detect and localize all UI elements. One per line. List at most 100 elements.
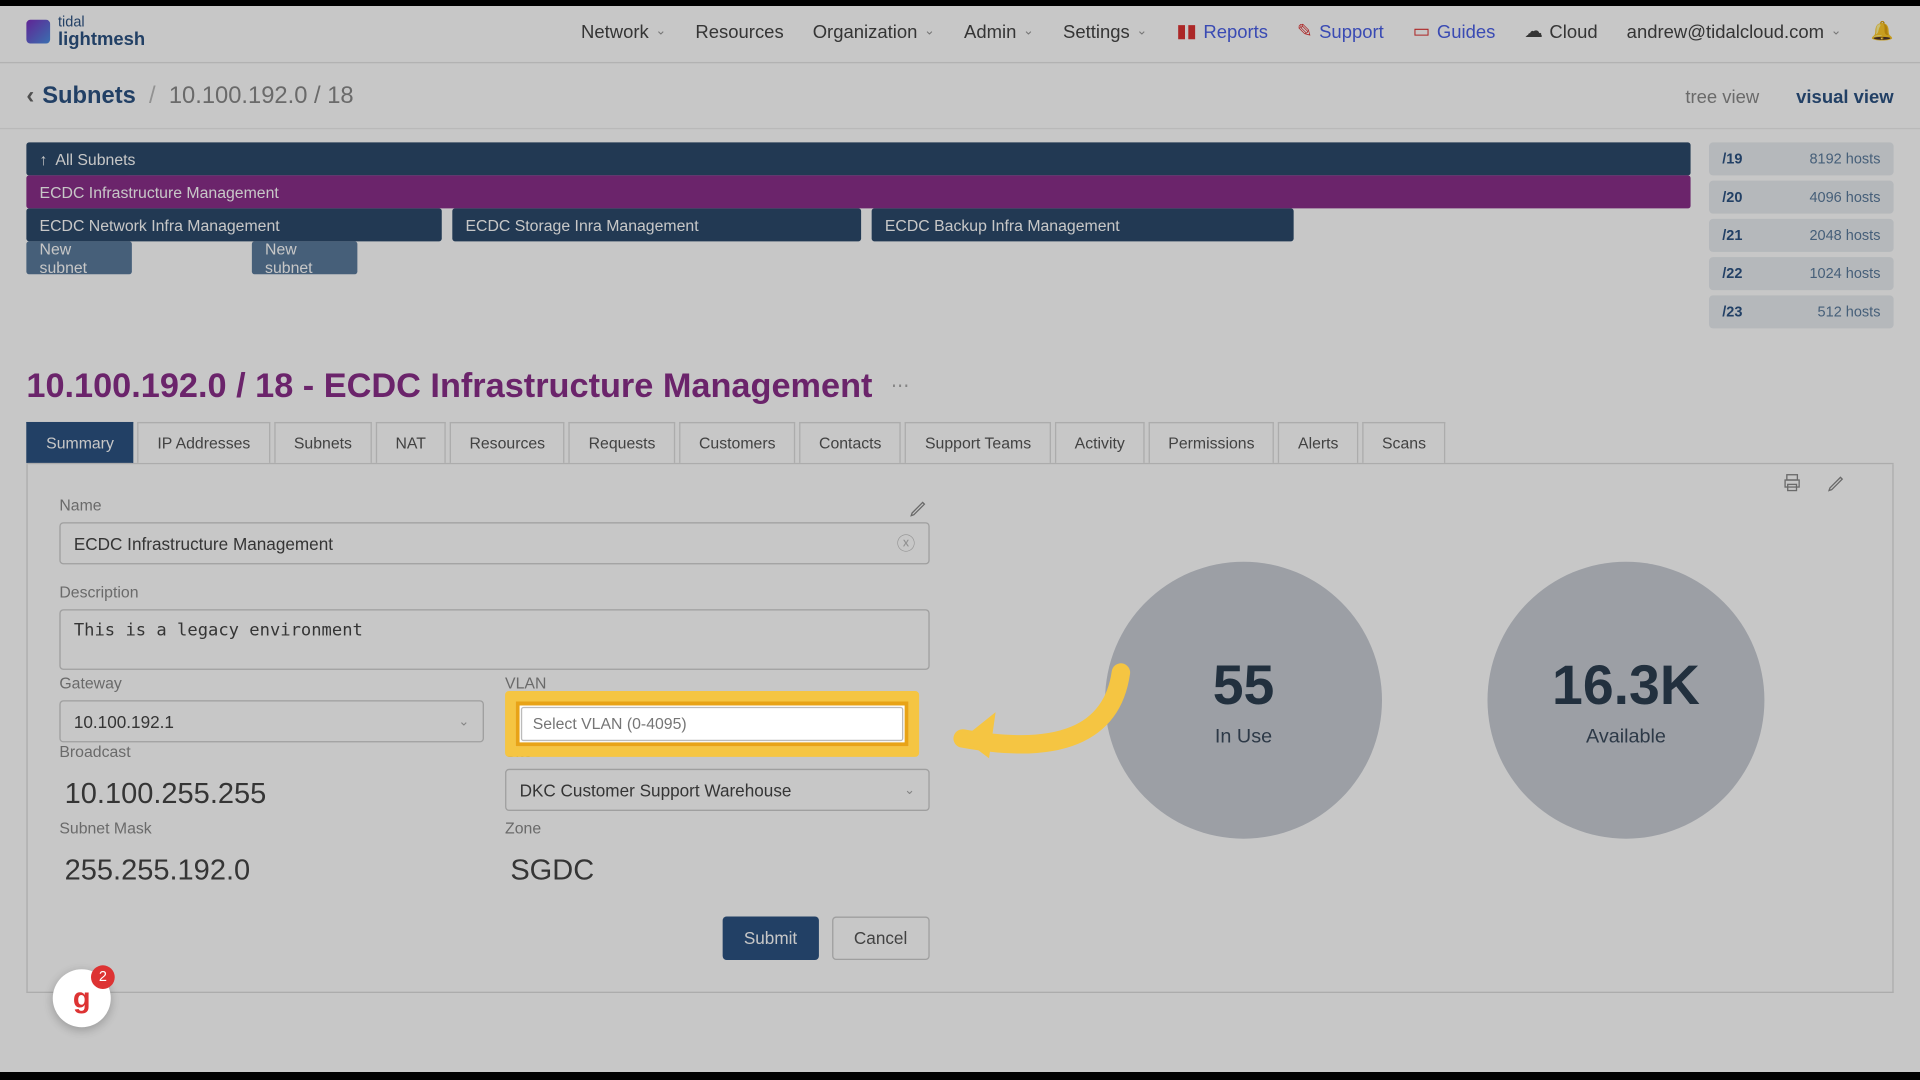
new-subnet-button-1[interactable]: New subnet (26, 241, 131, 274)
tab-activity[interactable]: Activity (1055, 422, 1145, 463)
tree-child-0[interactable]: ECDC Network Infra Management (26, 208, 441, 241)
tab-customers[interactable]: Customers (679, 422, 795, 463)
name-label: Name (59, 496, 101, 514)
brand-logo[interactable]: tidal lightmesh (26, 15, 145, 47)
available-label: Available (1586, 725, 1666, 747)
in-use-label: In Use (1215, 725, 1272, 747)
tab-ip-addresses[interactable]: IP Addresses (138, 422, 271, 463)
cidr-row[interactable]: /204096 hosts (1709, 181, 1894, 214)
available-circle: 16.3K Available (1487, 562, 1764, 839)
breadcrumb-separator: / (149, 82, 156, 110)
tab-summary[interactable]: Summary (26, 422, 133, 463)
tree-view-toggle[interactable]: tree view (1685, 85, 1759, 106)
bar-chart-icon: ▮▮ (1176, 20, 1196, 42)
nav-organization[interactable]: Organization⌄ (813, 20, 935, 41)
tree-all-subnets[interactable]: ↑All Subnets (26, 142, 1690, 175)
available-value: 16.3K (1552, 653, 1700, 716)
chevron-down-icon: ⌄ (1023, 24, 1034, 39)
tree-child-1[interactable]: ECDC Storage Inra Management (452, 208, 861, 241)
nav-guides[interactable]: ▭Guides (1413, 20, 1496, 42)
nav-network[interactable]: Network⌄ (581, 20, 666, 41)
nav-reports[interactable]: ▮▮Reports (1176, 20, 1268, 42)
tab-contacts[interactable]: Contacts (799, 422, 901, 463)
breadcrumb-current: 10.100.192.0 / 18 (169, 82, 354, 110)
help-fab[interactable]: g 2 (53, 969, 111, 1027)
broadcast-value: 10.100.255.255 (59, 769, 484, 819)
notifications-bell[interactable]: 🔔 (1871, 20, 1894, 42)
gateway-label: Gateway (59, 674, 484, 692)
more-menu-icon[interactable]: ⋯ (891, 375, 912, 397)
nav-resources[interactable]: Resources (695, 20, 783, 41)
tab-requests[interactable]: Requests (569, 422, 675, 463)
subnet-mask-value: 255.255.192.0 (59, 845, 484, 895)
cancel-button[interactable]: Cancel (831, 916, 929, 960)
vlan-label: VLAN (505, 674, 930, 692)
wrench-icon: ✎ (1297, 20, 1312, 42)
description-input[interactable] (59, 609, 929, 670)
top-bar: tidal lightmesh Network⌄ Resources Organ… (0, 0, 1920, 63)
cidr-size-list: /198192 hosts /204096 hosts /212048 host… (1709, 142, 1894, 328)
cloud-icon: ☁ (1524, 20, 1542, 42)
chevron-down-icon: ⌄ (904, 783, 915, 798)
nav-support[interactable]: ✎Support (1297, 20, 1384, 42)
tab-permissions[interactable]: Permissions (1149, 422, 1275, 463)
cidr-row[interactable]: /221024 hosts (1709, 257, 1894, 290)
page-title: 10.100.192.0 / 18 - ECDC Infrastructure … (26, 365, 872, 406)
back-caret-icon[interactable]: ‹ (26, 82, 34, 110)
site-select[interactable]: DKC Customer Support Warehouse⌄ (505, 769, 930, 811)
annotation-arrow-icon (923, 659, 1134, 804)
edit-icon[interactable] (1826, 472, 1847, 497)
cidr-row[interactable]: /23512 hosts (1709, 295, 1894, 328)
print-icon[interactable] (1782, 472, 1803, 497)
book-icon: ▭ (1413, 20, 1430, 42)
in-use-value: 55 (1213, 653, 1275, 716)
nav-settings[interactable]: Settings⌄ (1063, 20, 1147, 41)
nav-cloud[interactable]: ☁Cloud (1524, 20, 1597, 42)
up-arrow-icon: ↑ (40, 150, 48, 168)
nav-admin[interactable]: Admin⌄ (964, 20, 1034, 41)
chevron-down-icon: ⌄ (458, 714, 469, 729)
chevron-down-icon: ⌄ (1136, 24, 1147, 39)
tab-scans[interactable]: Scans (1362, 422, 1446, 463)
tab-support-teams[interactable]: Support Teams (905, 422, 1051, 463)
gateway-select[interactable]: 10.100.192.1⌄ (59, 700, 484, 742)
nav-user[interactable]: andrew@tidalcloud.com⌄ (1627, 20, 1842, 41)
zone-value: SGDC (505, 845, 930, 895)
usage-stats: 55 In Use 16.3K Available (1009, 496, 1861, 960)
submit-button[interactable]: Submit (723, 916, 819, 960)
fab-letter: g (73, 981, 91, 1015)
subnet-mask-label: Subnet Mask (59, 819, 484, 837)
cidr-row[interactable]: /212048 hosts (1709, 219, 1894, 252)
edit-name-icon[interactable] (909, 496, 930, 521)
breadcrumb: ‹ Subnets / 10.100.192.0 / 18 tree view … (0, 63, 1920, 129)
view-toggle: tree view visual view (1685, 85, 1893, 106)
tab-alerts[interactable]: Alerts (1278, 422, 1358, 463)
vlan-highlight (505, 691, 919, 757)
clear-icon[interactable]: ⓧ (897, 530, 915, 556)
broadcast-label: Broadcast (59, 742, 484, 760)
chevron-down-icon: ⌄ (655, 24, 666, 39)
tree-child-2[interactable]: ECDC Backup Infra Management (872, 208, 1294, 241)
name-input[interactable]: ECDC Infrastructure Managementⓧ (59, 522, 929, 564)
visual-view-toggle[interactable]: visual view (1796, 85, 1894, 106)
description-label: Description (59, 583, 929, 601)
top-nav: Network⌄ Resources Organization⌄ Admin⌄ … (581, 20, 1894, 42)
in-use-circle: 55 In Use (1105, 562, 1382, 839)
breadcrumb-root[interactable]: Subnets (42, 82, 136, 110)
tab-nat[interactable]: NAT (376, 422, 446, 463)
chevron-down-icon: ⌄ (924, 24, 935, 39)
new-subnet-button-2[interactable]: New subnet (252, 241, 357, 274)
logo-icon (26, 19, 50, 43)
subnet-tree: ↑All Subnets ECDC Infrastructure Managem… (26, 142, 1690, 328)
zone-label: Zone (505, 819, 930, 837)
tree-selected-subnet[interactable]: ECDC Infrastructure Management (26, 175, 1690, 208)
bell-icon: 🔔 (1871, 20, 1894, 42)
fab-badge: 2 (91, 965, 115, 989)
tab-resources[interactable]: Resources (450, 422, 565, 463)
chevron-down-icon: ⌄ (1831, 24, 1842, 39)
detail-tabs: Summary IP Addresses Subnets NAT Resourc… (26, 422, 1893, 464)
brand-line2: lightmesh (58, 28, 145, 46)
vlan-input[interactable] (521, 707, 903, 741)
tab-subnets[interactable]: Subnets (274, 422, 372, 463)
cidr-row[interactable]: /198192 hosts (1709, 142, 1894, 175)
